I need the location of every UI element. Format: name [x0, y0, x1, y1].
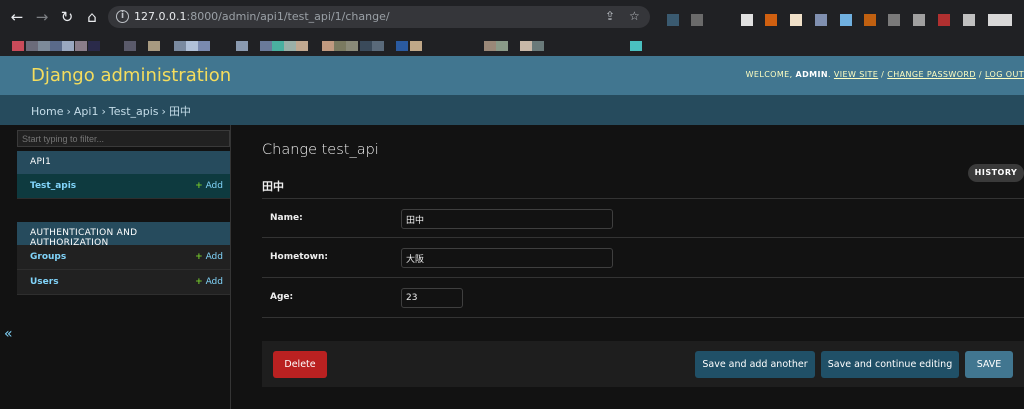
bookmark-icon[interactable]: [186, 41, 198, 51]
nav-sidebar: API1 Test_apis + Add AUTHENTICATION AND …: [17, 125, 231, 409]
bookmark-icon[interactable]: [520, 41, 532, 51]
extension-icon[interactable]: [938, 14, 950, 26]
age-field[interactable]: [401, 288, 463, 308]
sidebar-item-test-apis[interactable]: Test_apis + Add: [17, 174, 230, 199]
bookmark-icon[interactable]: [75, 41, 87, 51]
bookmark-icon[interactable]: [148, 41, 160, 51]
add-group-link[interactable]: + Add: [195, 252, 223, 262]
extension-icon[interactable]: [963, 14, 975, 26]
bookmark-icon[interactable]: [260, 41, 272, 51]
sidebar-item-users[interactable]: Users + Add: [17, 270, 230, 295]
site-info-icon[interactable]: i: [116, 10, 129, 23]
add-user-link[interactable]: + Add: [195, 277, 223, 287]
name-label: Name:: [270, 213, 303, 223]
hometown-field[interactable]: [401, 248, 613, 268]
plus-icon: +: [195, 181, 203, 191]
reload-icon[interactable]: ↻: [58, 8, 76, 26]
extension-icon[interactable]: [667, 14, 679, 26]
breadcrumb: Home › Api1 › Test_apis › 田中: [0, 95, 1024, 125]
log-out-link[interactable]: LOG OUT: [985, 70, 1024, 79]
extension-icon[interactable]: [988, 14, 1012, 26]
site-brand[interactable]: Django administration: [31, 65, 231, 86]
extension-icon[interactable]: [888, 14, 900, 26]
view-site-link[interactable]: VIEW SITE: [834, 70, 878, 79]
extension-icon[interactable]: [815, 14, 827, 26]
site-header: Django administration WELCOME, ADMIN. VI…: [0, 56, 1024, 95]
bookmark-icon[interactable]: [360, 41, 372, 51]
welcome-text: WELCOME,: [745, 70, 793, 79]
page-title: Change test_api: [262, 142, 379, 158]
plus-icon: +: [195, 252, 203, 262]
form-row-age: Age:: [262, 278, 1024, 318]
bookmark-icon[interactable]: [410, 41, 422, 51]
bookmark-icon[interactable]: [372, 41, 384, 51]
breadcrumb-home[interactable]: Home: [31, 105, 63, 118]
age-label: Age:: [270, 292, 294, 302]
bookmark-icon[interactable]: [124, 41, 136, 51]
bookmark-icon[interactable]: [198, 41, 210, 51]
bookmark-icon[interactable]: [38, 41, 50, 51]
save-button[interactable]: SAVE: [965, 351, 1013, 378]
app-header-auth[interactable]: AUTHENTICATION AND AUTHORIZATION: [17, 222, 230, 248]
bookmark-icon[interactable]: [496, 41, 508, 51]
breadcrumb-model[interactable]: Test_apis: [109, 105, 159, 118]
extension-icon[interactable]: [790, 14, 802, 26]
bookmark-icon[interactable]: [334, 41, 346, 51]
bookmark-icon[interactable]: [50, 41, 62, 51]
url-text: 127.0.0.1:8000/admin/api1/test_api/1/cha…: [134, 10, 390, 23]
form-row-name: Name:: [262, 198, 1024, 238]
bookmark-icon[interactable]: [26, 41, 38, 51]
submit-row: Delete Save and add another Save and con…: [262, 341, 1024, 387]
add-test-api-link[interactable]: + Add: [195, 181, 223, 191]
delete-button[interactable]: Delete: [273, 351, 327, 378]
bookmark-icon[interactable]: [630, 41, 642, 51]
extension-icon[interactable]: [913, 14, 925, 26]
bookmark-icon[interactable]: [12, 41, 24, 51]
bookmark-icon[interactable]: [284, 41, 296, 51]
bookmark-star-icon[interactable]: ☆: [629, 9, 640, 23]
change-password-link[interactable]: CHANGE PASSWORD: [887, 70, 976, 79]
save-continue-button[interactable]: Save and continue editing: [821, 351, 959, 378]
save-add-another-button[interactable]: Save and add another: [695, 351, 815, 378]
breadcrumb-current: 田中: [168, 105, 191, 118]
back-arrow-icon[interactable]: ←: [8, 8, 26, 26]
sidebar-item-label[interactable]: Groups: [30, 252, 66, 262]
sidebar-item-label[interactable]: Test_apis: [30, 181, 76, 191]
sidebar-item-groups[interactable]: Groups + Add: [17, 245, 230, 270]
history-button[interactable]: HISTORY: [968, 164, 1024, 182]
breadcrumb-app[interactable]: Api1: [74, 105, 99, 118]
hometown-label: Hometown:: [270, 252, 329, 262]
username: ADMIN: [795, 70, 829, 79]
extension-icon[interactable]: [691, 14, 703, 26]
bookmark-icon[interactable]: [346, 41, 358, 51]
extension-icon[interactable]: [864, 14, 876, 26]
browser-chrome: ← → ↻ ⌂ i 127.0.0.1:8000/admin/api1/test…: [0, 0, 1024, 56]
bookmark-icon[interactable]: [236, 41, 248, 51]
bookmark-icon[interactable]: [396, 41, 408, 51]
form-row-hometown: Hometown:: [262, 238, 1024, 278]
bookmark-icon[interactable]: [484, 41, 496, 51]
name-field[interactable]: [401, 209, 613, 229]
home-icon[interactable]: ⌂: [83, 8, 101, 26]
extension-icon[interactable]: [765, 14, 777, 26]
bookmark-icon[interactable]: [88, 41, 100, 51]
bookmark-icon[interactable]: [174, 41, 186, 51]
extension-icon[interactable]: [840, 14, 852, 26]
forward-arrow-icon[interactable]: →: [33, 8, 51, 26]
bookmark-icon[interactable]: [532, 41, 544, 51]
app-header-api1[interactable]: API1: [17, 151, 230, 174]
bookmark-icon[interactable]: [296, 41, 308, 51]
sidebar-item-label[interactable]: Users: [30, 277, 59, 287]
address-bar[interactable]: i 127.0.0.1:8000/admin/api1/test_api/1/c…: [108, 6, 650, 28]
bookmark-icon[interactable]: [62, 41, 74, 51]
extension-icon[interactable]: [741, 14, 753, 26]
user-tools: WELCOME, ADMIN. VIEW SITE / CHANGE PASSW…: [745, 70, 1024, 79]
bookmark-icon[interactable]: [322, 41, 334, 51]
bookmark-icon[interactable]: [272, 41, 284, 51]
share-icon[interactable]: ⇪: [605, 9, 615, 23]
plus-icon: +: [195, 277, 203, 287]
sidebar-filter-input[interactable]: [17, 130, 230, 147]
collapse-sidebar-icon[interactable]: «: [4, 326, 13, 342]
object-title: 田中: [262, 180, 284, 193]
